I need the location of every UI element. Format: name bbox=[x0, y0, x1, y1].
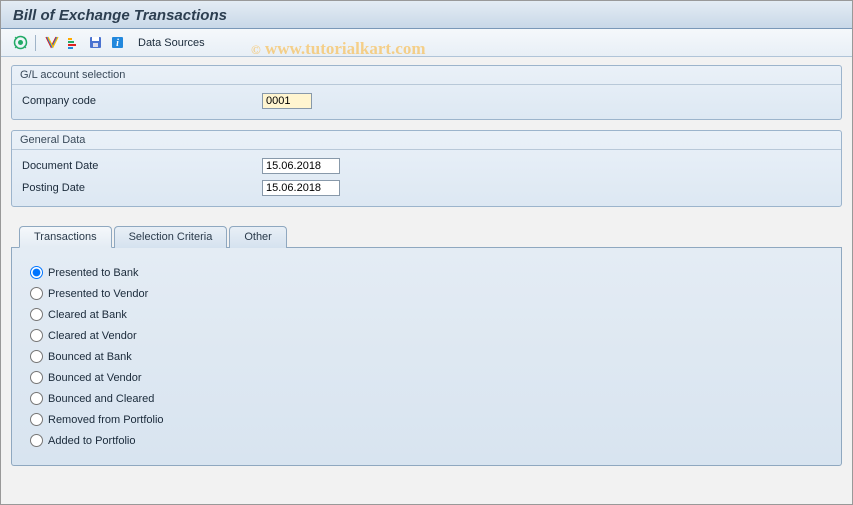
save-icon[interactable] bbox=[86, 34, 104, 52]
tab-other[interactable]: Other bbox=[229, 226, 287, 248]
tab-selection-criteria[interactable]: Selection Criteria bbox=[114, 226, 228, 248]
radio-cleared-vendor[interactable]: Cleared at Vendor bbox=[30, 325, 823, 346]
get-variant-icon[interactable] bbox=[42, 34, 60, 52]
radio-removed-portfolio[interactable]: Removed from Portfolio bbox=[30, 409, 823, 430]
radio-cleared-bank-input[interactable] bbox=[30, 308, 43, 321]
tab-panel-transactions: Presented to Bank Presented to Vendor Cl… bbox=[11, 248, 842, 466]
company-code-input[interactable] bbox=[262, 93, 312, 109]
radio-presented-vendor[interactable]: Presented to Vendor bbox=[30, 283, 823, 304]
group-title-general: General Data bbox=[12, 131, 841, 150]
radio-cleared-bank[interactable]: Cleared at Bank bbox=[30, 304, 823, 325]
radio-bounced-bank-input[interactable] bbox=[30, 350, 43, 363]
svg-text:i: i bbox=[116, 38, 119, 49]
radio-bounced-cleared[interactable]: Bounced and Cleared bbox=[30, 388, 823, 409]
radio-bounced-bank[interactable]: Bounced at Bank bbox=[30, 346, 823, 367]
document-date-input[interactable] bbox=[262, 158, 340, 174]
gl-account-group: G/L account selection Company code bbox=[11, 65, 842, 120]
radio-bounced-vendor[interactable]: Bounced at Vendor bbox=[30, 367, 823, 388]
radio-cleared-vendor-input[interactable] bbox=[30, 329, 43, 342]
radio-presented-bank[interactable]: Presented to Bank bbox=[30, 262, 823, 283]
toolbar-separator bbox=[35, 35, 36, 51]
radio-added-portfolio[interactable]: Added to Portfolio bbox=[30, 430, 823, 451]
posting-date-input[interactable] bbox=[262, 180, 340, 196]
execute-icon[interactable] bbox=[11, 34, 29, 52]
company-code-label: Company code bbox=[22, 95, 262, 107]
group-title-gl: G/L account selection bbox=[12, 66, 841, 85]
page-title: Bill of Exchange Transactions bbox=[13, 7, 840, 24]
tab-strip: Transactions Selection Criteria Other Pr… bbox=[11, 225, 842, 466]
radio-bounced-vendor-input[interactable] bbox=[30, 371, 43, 384]
data-sources-button[interactable]: Data Sources bbox=[130, 35, 213, 51]
title-bar: Bill of Exchange Transactions bbox=[1, 1, 852, 29]
tab-row: Transactions Selection Criteria Other bbox=[11, 225, 842, 248]
document-date-label: Document Date bbox=[22, 160, 262, 172]
report-icon[interactable] bbox=[64, 34, 82, 52]
radio-added-portfolio-input[interactable] bbox=[30, 434, 43, 447]
content-area: © www.tutorialkart.com G/L account selec… bbox=[1, 57, 852, 474]
radio-presented-bank-input[interactable] bbox=[30, 266, 43, 279]
info-icon[interactable]: i bbox=[108, 34, 126, 52]
radio-removed-portfolio-input[interactable] bbox=[30, 413, 43, 426]
tab-transactions[interactable]: Transactions bbox=[19, 226, 112, 248]
toolbar: i Data Sources bbox=[1, 29, 852, 57]
general-data-group: General Data Document Date Posting Date bbox=[11, 130, 842, 207]
posting-date-label: Posting Date bbox=[22, 182, 262, 194]
radio-presented-vendor-input[interactable] bbox=[30, 287, 43, 300]
radio-bounced-cleared-input[interactable] bbox=[30, 392, 43, 405]
